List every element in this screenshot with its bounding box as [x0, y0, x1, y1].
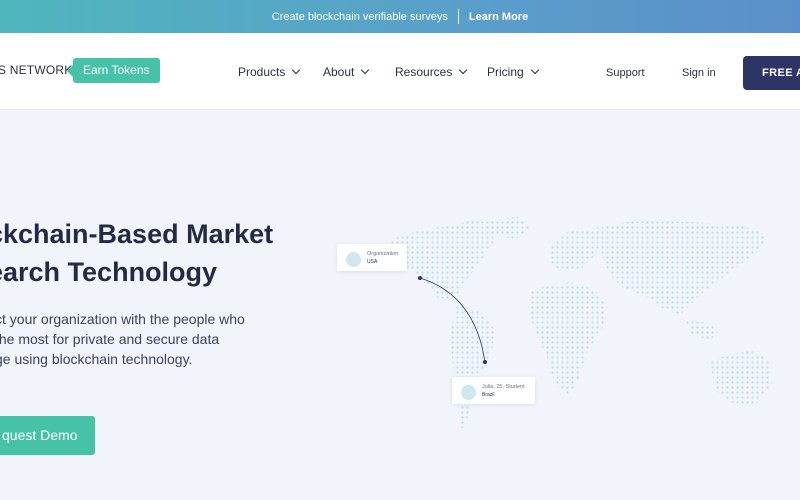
card-subtitle: USA	[367, 259, 378, 265]
nav-pricing-label: Pricing	[487, 65, 524, 79]
support-link[interactable]: Support	[606, 67, 645, 79]
africa	[528, 282, 608, 395]
card-title: Organization	[367, 251, 399, 257]
card-title: Julia, 25, Student	[482, 384, 525, 390]
hero-description: ct your organization with the people who…	[0, 309, 245, 369]
chevron-down-icon	[292, 65, 301, 75]
hero-title-line2: earch Technology	[0, 257, 218, 287]
southeast-asia	[685, 320, 720, 340]
announcement-divider	[457, 9, 459, 24]
nav-pricing[interactable]: Pricing	[487, 65, 539, 79]
hero-desc-line3: ge using blockchain technology.	[0, 351, 193, 367]
chevron-down-icon	[459, 65, 468, 75]
nav-products-label: Products	[238, 65, 286, 79]
nav-products[interactable]: Products	[238, 65, 301, 79]
announcement-text: Create blockchain verifiable surveys	[271, 10, 448, 23]
card-subtitle: Brazil	[482, 392, 495, 398]
connection-end	[483, 360, 487, 364]
avatar	[461, 385, 476, 400]
continents	[390, 216, 772, 430]
nav-resources[interactable]: Resources	[395, 65, 468, 79]
hero-desc-line1: ct your organization with the people who	[0, 311, 245, 327]
chevron-down-icon	[361, 65, 370, 75]
map-card-respondent: Julia, 25, Student Brazil	[452, 377, 535, 404]
australia	[710, 350, 772, 405]
chevron-down-icon	[530, 65, 539, 75]
world-map	[390, 216, 772, 430]
nav-resources-label: Resources	[395, 65, 453, 79]
brand-logo[interactable]: S NETWORK	[0, 63, 72, 77]
nav-about[interactable]: About	[323, 65, 370, 79]
hero-desc-line2: the most for private and secure data	[0, 331, 220, 347]
earn-tokens-badge[interactable]: Earn Tokens	[67, 58, 160, 83]
nav-about-label: About	[323, 65, 355, 79]
south-america	[450, 305, 495, 430]
free-account-button[interactable]: FREE AC	[743, 56, 800, 90]
request-demo-button[interactable]: quest Demo	[0, 416, 95, 455]
navbar: S NETWORK Earn Tokens Products About Res…	[0, 33, 800, 110]
announcement-bar: Create blockchain verifiable surveys Lea…	[0, 0, 800, 33]
asia	[595, 220, 768, 315]
connection-start	[418, 276, 422, 280]
hero-title-line1: ckchain-Based Market	[0, 219, 274, 249]
building-icon	[346, 252, 361, 267]
signin-link[interactable]: Sign in	[682, 67, 716, 79]
learn-more-link[interactable]: Learn More	[469, 11, 528, 23]
hero-title: ckchain-Based Market earch Technology	[0, 215, 273, 291]
map-card-organization: Organization USA	[337, 244, 407, 271]
